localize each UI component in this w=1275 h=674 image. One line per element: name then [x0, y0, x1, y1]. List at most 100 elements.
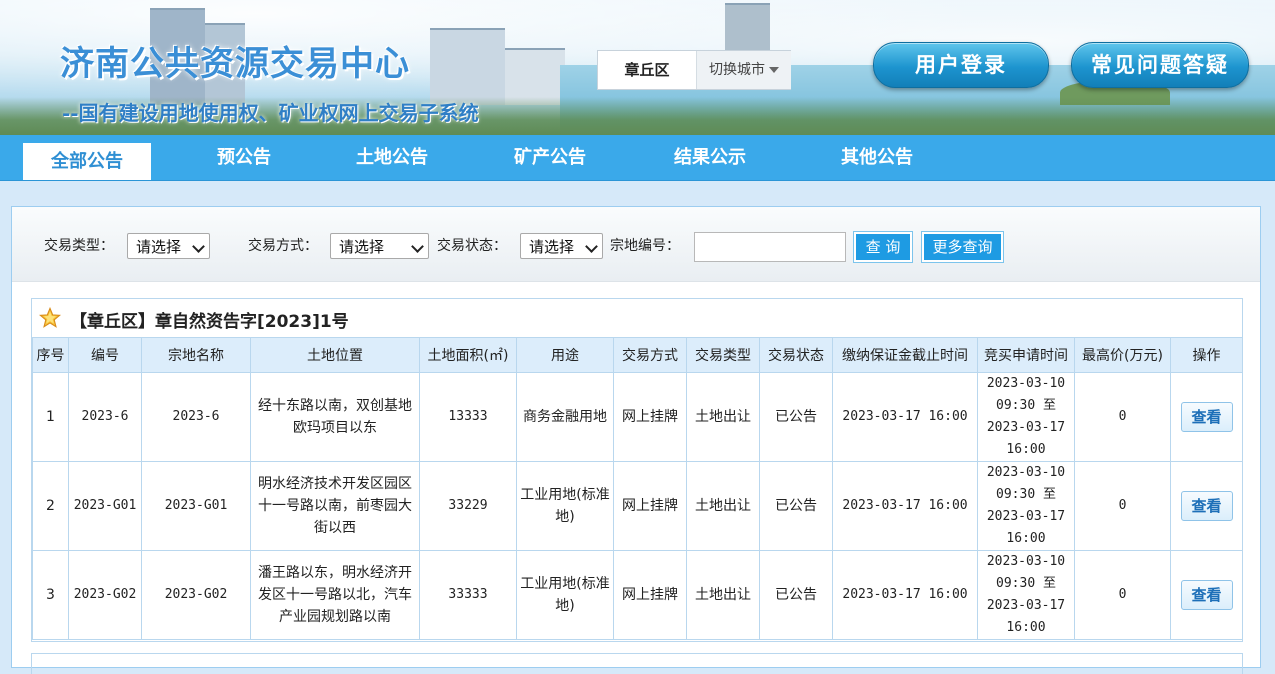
parcel-no-label: 宗地编号：	[610, 238, 680, 254]
cell-type: 土地出让	[686, 550, 760, 640]
project-header: 【章丘区】章自然资告字[2023]1号	[32, 299, 1242, 338]
tab-pre-announcements[interactable]: 预公告	[180, 135, 308, 180]
cell-deposit-deadline: 2023-03-17 16:00	[832, 461, 978, 551]
view-button[interactable]: 查看	[1180, 491, 1233, 521]
chevron-down-icon	[411, 240, 424, 253]
more-query-button[interactable]: 更多查询	[922, 232, 1003, 262]
cell-action: 查看	[1170, 372, 1243, 462]
cell-action: 查看	[1170, 550, 1243, 640]
city-selector: 章丘区 切换城市	[597, 50, 791, 90]
faq-button[interactable]: 常见问题答疑	[1071, 42, 1249, 88]
cell-seq: 3	[32, 550, 69, 640]
chevron-down-icon	[192, 240, 205, 253]
col-header: 操作	[1170, 337, 1243, 373]
trade-type-value: 请选择	[136, 238, 182, 256]
col-header: 缴纳保证金截止时间	[832, 337, 978, 373]
cell-max-price: 0	[1074, 372, 1171, 462]
project-title: 【章丘区】章自然资告字[2023]1号	[70, 312, 349, 332]
cell-apply-time: 2023-03-10 09:30 至 2023-03-17 16:00	[977, 372, 1075, 462]
col-header: 竞买申请时间	[977, 337, 1075, 373]
col-header: 宗地名称	[141, 337, 251, 373]
col-header: 交易状态	[759, 337, 833, 373]
view-button[interactable]: 查看	[1180, 580, 1233, 610]
cell-status: 已公告	[759, 461, 833, 551]
cell-seq: 1	[32, 372, 69, 462]
col-header: 最高价(万元)	[1074, 337, 1171, 373]
trade-method-value: 请选择	[339, 238, 385, 256]
cell-use: 商务金融用地	[516, 372, 614, 462]
site-subtitle: --国有建设用地使用权、矿业权网上交易子系统	[62, 101, 479, 125]
cell-method: 网上挂牌	[613, 461, 687, 551]
main-nav: 全部公告 预公告 土地公告 矿产公告 结果公示 其他公告	[0, 135, 1275, 181]
cell-deposit-deadline: 2023-03-17 16:00	[832, 550, 978, 640]
tab-other-announcements[interactable]: 其他公告	[813, 135, 941, 180]
search-bar: 交易类型： 请选择 交易方式： 请选择 交易状态： 请选择 宗地编号： 查 询 …	[12, 207, 1260, 282]
cell-seq: 2	[32, 461, 69, 551]
cell-status: 已公告	[759, 372, 833, 462]
col-header: 土地位置	[250, 337, 420, 373]
switch-city-label: 切换城市	[709, 62, 765, 78]
col-header: 序号	[32, 337, 69, 373]
col-header: 编号	[68, 337, 142, 373]
project-block: 【章丘区】章自然资告字[2023]1号 序号 编号 宗地名称 土地位置 土地面积…	[31, 298, 1243, 642]
cell-apply-time: 2023-03-10 09:30 至 2023-03-17 16:00	[977, 461, 1075, 551]
trade-type-select[interactable]: 请选择	[127, 233, 210, 259]
cell-area: 33333	[419, 550, 517, 640]
cell-name: 2023-G02	[141, 550, 251, 640]
trade-status-label: 交易状态：	[437, 238, 507, 254]
cell-method: 网上挂牌	[613, 372, 687, 462]
table-row: 2 2023-G01 2023-G01 明水经济技术开发区园区十一号路以南，前枣…	[32, 461, 1243, 551]
cell-max-price: 0	[1074, 461, 1171, 551]
cell-area: 13333	[419, 372, 517, 462]
listing-table: 序号 编号 宗地名称 土地位置 土地面积(㎡) 用途 交易方式 交易类型 交易状…	[32, 337, 1243, 640]
tab-all-announcements[interactable]: 全部公告	[23, 143, 151, 180]
cell-location: 明水经济技术开发区园区十一号路以南，前枣园大街以西	[250, 461, 420, 551]
login-button[interactable]: 用户登录	[873, 42, 1049, 88]
table-header-row: 序号 编号 宗地名称 土地位置 土地面积(㎡) 用途 交易方式 交易类型 交易状…	[32, 337, 1243, 373]
current-city: 章丘区	[624, 61, 670, 79]
cell-name: 2023-6	[141, 372, 251, 462]
cell-deposit-deadline: 2023-03-17 16:00	[832, 372, 978, 462]
cell-code: 2023-6	[68, 372, 142, 462]
banner-building	[430, 28, 505, 105]
view-button[interactable]: 查看	[1180, 402, 1233, 432]
cell-apply-time: 2023-03-10 09:30 至 2023-03-17 16:00	[977, 550, 1075, 640]
next-project-block	[31, 653, 1243, 674]
cell-use: 工业用地(标准地)	[516, 461, 614, 551]
query-button[interactable]: 查 询	[854, 232, 912, 262]
cell-location: 经十东路以南，双创基地欧玛项目以东	[250, 372, 420, 462]
col-header: 用途	[516, 337, 614, 373]
switch-city-button[interactable]: 切换城市	[696, 51, 791, 89]
trade-status-value: 请选择	[529, 238, 575, 256]
tab-land-announcements[interactable]: 土地公告	[328, 135, 456, 180]
col-header: 土地面积(㎡)	[419, 337, 517, 373]
content-panel: 交易类型： 请选择 交易方式： 请选择 交易状态： 请选择 宗地编号： 查 询 …	[11, 206, 1261, 674]
cell-type: 土地出让	[686, 461, 760, 551]
trade-method-label: 交易方式：	[248, 238, 318, 254]
parcel-no-input[interactable]	[694, 232, 846, 262]
tab-results[interactable]: 结果公示	[646, 135, 774, 180]
site-title: 济南公共资源交易中心	[60, 44, 410, 84]
table-row: 1 2023-6 2023-6 经十东路以南，双创基地欧玛项目以东 13333 …	[32, 372, 1243, 462]
cell-max-price: 0	[1074, 550, 1171, 640]
cell-status: 已公告	[759, 550, 833, 640]
cell-area: 33229	[419, 461, 517, 551]
cell-action: 查看	[1170, 461, 1243, 551]
cell-method: 网上挂牌	[613, 550, 687, 640]
cell-name: 2023-G01	[141, 461, 251, 551]
trade-status-select[interactable]: 请选择	[520, 233, 603, 259]
cell-use: 工业用地(标准地)	[516, 550, 614, 640]
table-row: 3 2023-G02 2023-G02 潘王路以东，明水经济开发区十一号路以北，…	[32, 550, 1243, 640]
trade-type-label: 交易类型：	[44, 238, 114, 254]
col-header: 交易方式	[613, 337, 687, 373]
tab-mineral-announcements[interactable]: 矿产公告	[486, 135, 614, 180]
col-header: 交易类型	[686, 337, 760, 373]
trade-method-select[interactable]: 请选择	[330, 233, 429, 259]
star-icon	[39, 307, 61, 328]
cell-code: 2023-G02	[68, 550, 142, 640]
chevron-down-icon	[769, 67, 779, 73]
chevron-down-icon	[585, 240, 598, 253]
cell-type: 土地出让	[686, 372, 760, 462]
cell-code: 2023-G01	[68, 461, 142, 551]
header-banner: 济南公共资源交易中心 --国有建设用地使用权、矿业权网上交易子系统 章丘区 切换…	[0, 0, 1275, 135]
